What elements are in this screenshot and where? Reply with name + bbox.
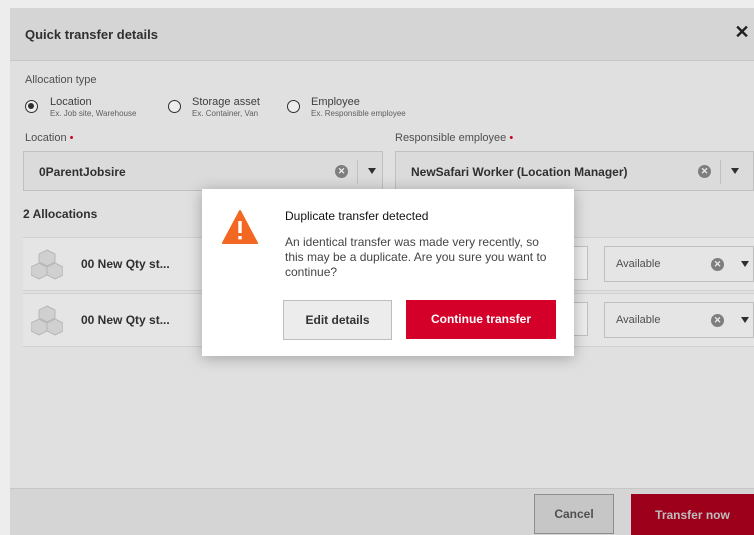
dialog-title: Duplicate transfer detected [285,209,429,223]
continue-transfer-button[interactable]: Continue transfer [406,300,556,339]
warning-icon [222,210,258,244]
edit-details-button[interactable]: Edit details [283,300,392,340]
duplicate-transfer-dialog: Duplicate transfer detected An identical… [202,189,574,356]
dialog-message: An identical transfer was made very rece… [285,235,547,279]
